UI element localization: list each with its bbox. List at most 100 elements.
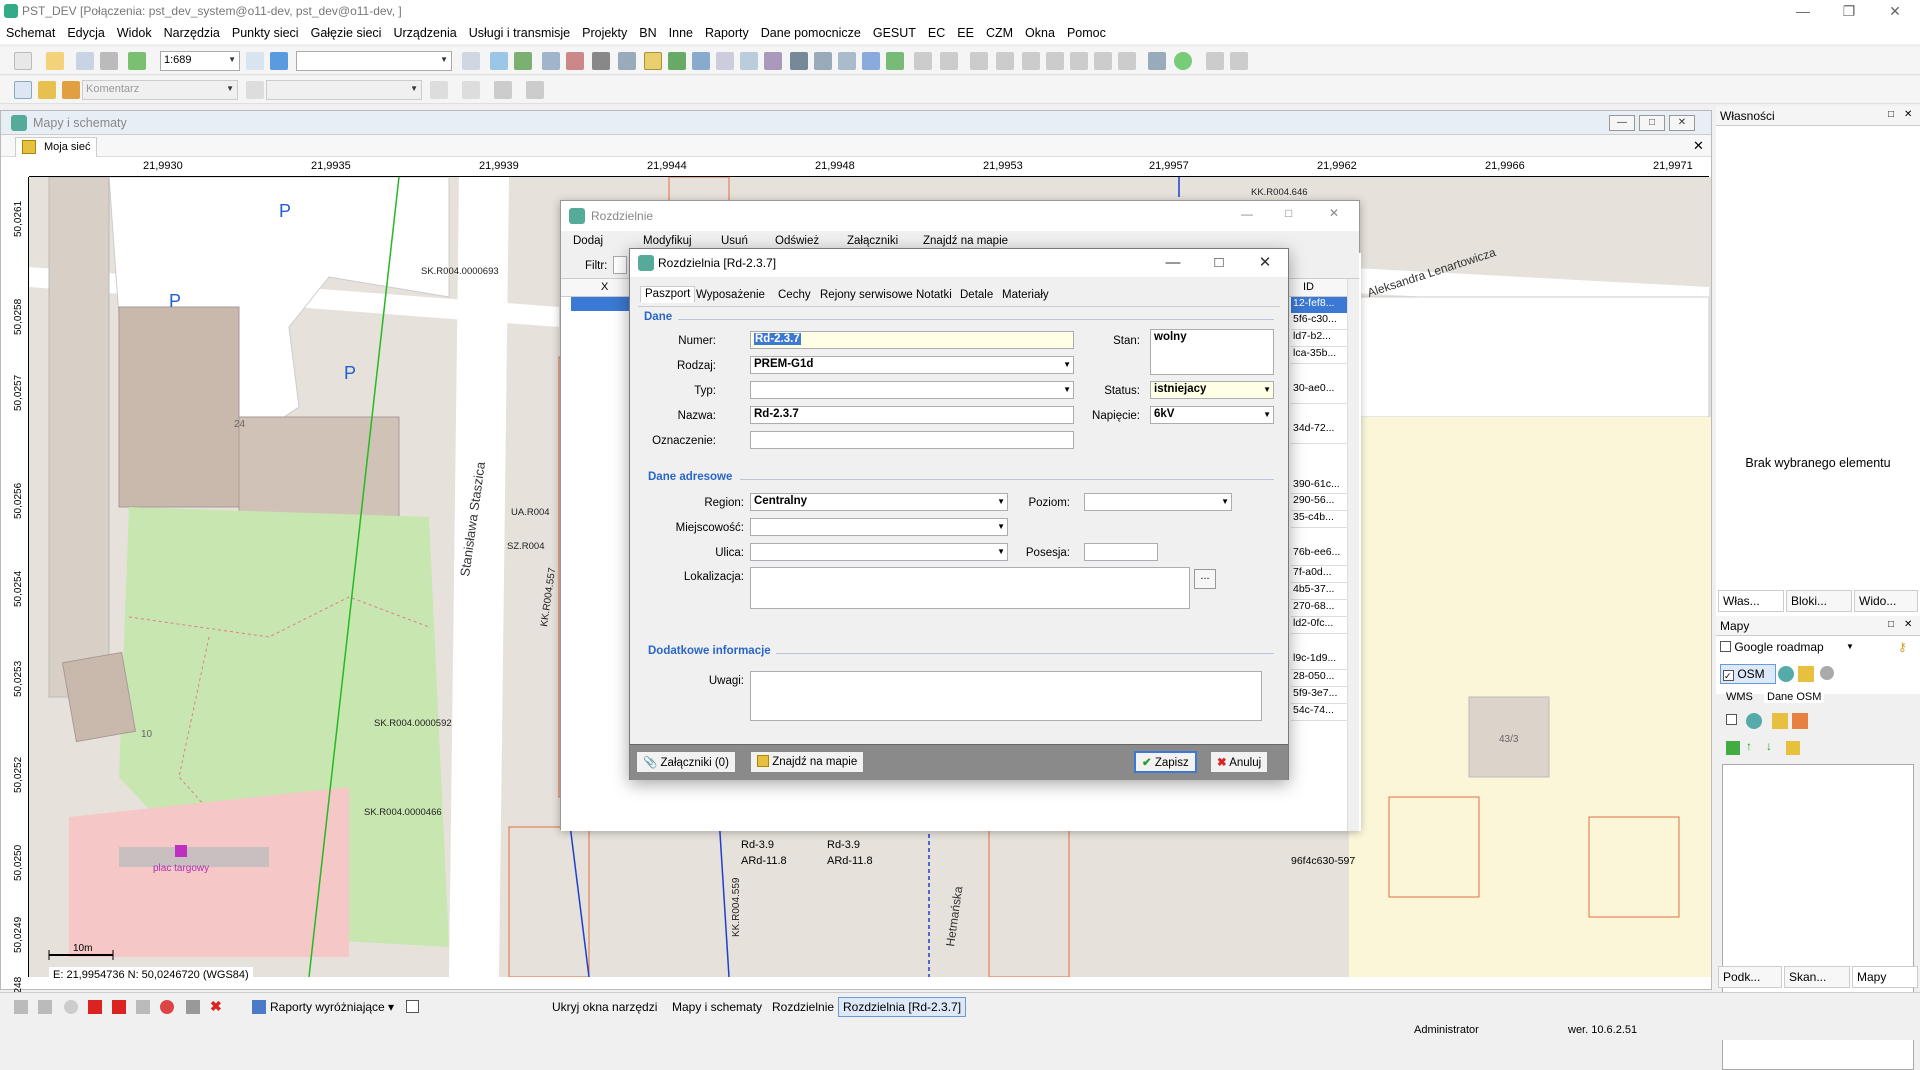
tool-20-icon[interactable] [940, 52, 958, 70]
tab-mapy[interactable]: Mapy [1852, 966, 1918, 988]
preview-icon[interactable] [76, 52, 94, 70]
tool-21-icon[interactable] [970, 52, 988, 70]
id-cell[interactable]: 270-68... [1291, 600, 1347, 617]
oznaczenie-field[interactable] [750, 431, 1074, 449]
menu-narzedzia[interactable]: Narzędzia [164, 26, 220, 40]
tab-bloki[interactable]: Bloki... [1786, 590, 1852, 612]
new-icon[interactable] [14, 52, 32, 70]
map-layer-icon[interactable] [1786, 741, 1800, 755]
delete-tool-icon[interactable] [1022, 52, 1040, 70]
roz-minimize-icon[interactable]: — [1241, 207, 1253, 221]
tool-10-icon[interactable] [692, 52, 710, 70]
uwagi-field[interactable] [750, 671, 1262, 721]
posesja-field[interactable] [1084, 543, 1158, 561]
tool-18-icon[interactable] [886, 52, 904, 70]
style-combo[interactable]: ▼ [266, 80, 422, 100]
restore-icon[interactable]: ❐ [1826, 0, 1872, 22]
menu-czm[interactable]: CZM [986, 26, 1013, 40]
id-cell[interactable]: 28-050... [1291, 670, 1347, 687]
report-icon[interactable] [252, 1000, 266, 1014]
tool-15-icon[interactable] [814, 52, 832, 70]
close-icon[interactable]: ✕ [1872, 0, 1918, 22]
column-id[interactable]: ID [1303, 281, 1314, 293]
raporty-wyrozniajace-button[interactable]: Raporty wyróżniające ▾ [270, 1000, 394, 1014]
maps-close-icon[interactable]: ✕ [1904, 619, 1912, 630]
refresh-icon[interactable] [128, 52, 146, 70]
miejscowosc-select[interactable]: ▼ [750, 518, 1008, 536]
grid-cell[interactable]: ARd-11.8 [827, 855, 873, 867]
wms-globe-icon[interactable] [1746, 713, 1762, 729]
mdi-minimize-icon[interactable]: — [1609, 115, 1635, 131]
tab-widoki[interactable]: Wido... [1854, 590, 1918, 612]
tool-19-icon[interactable] [914, 52, 932, 70]
roz-maximize-icon[interactable]: □ [1285, 206, 1292, 220]
tool-6-icon[interactable] [592, 52, 610, 70]
menu-urzadzenia[interactable]: Urządzenia [393, 26, 456, 40]
tab-detale[interactable]: Detale [960, 289, 993, 301]
line-style-icon[interactable] [430, 81, 448, 99]
stan-field[interactable]: wolny [1150, 329, 1274, 375]
google-dropdown-icon[interactable]: ▼ [1846, 642, 1854, 651]
arrow-down-icon[interactable]: ↓ [1766, 739, 1772, 753]
draw-line-icon[interactable] [62, 81, 80, 99]
znajdz-na-mapie-button[interactable]: Znajdź na mapie [750, 751, 865, 773]
wms-checkbox[interactable] [1726, 714, 1737, 725]
tool-13-icon[interactable] [764, 52, 782, 70]
delete-button[interactable]: Usuń [721, 235, 748, 247]
tool-30-icon[interactable] [1206, 52, 1224, 70]
ukryj-okna-button[interactable]: Ukryj okna narzędzi [552, 1000, 657, 1014]
numer-field[interactable]: Rd-2.3.7 [750, 331, 1074, 349]
tool-17-icon[interactable] [862, 52, 880, 70]
edit-layer-icon[interactable] [1798, 666, 1814, 682]
maps-pin-icon[interactable]: □ [1888, 619, 1894, 630]
menu-ee[interactable]: EE [957, 26, 974, 40]
arrow-up-icon[interactable]: ↑ [1746, 739, 1752, 753]
menu-widok[interactable]: Widok [117, 26, 152, 40]
wms-delete-icon[interactable] [1792, 713, 1808, 729]
tool-31-icon[interactable] [1230, 52, 1248, 70]
grid-scrollbar[interactable] [1347, 279, 1359, 831]
window-tab-mapy[interactable]: Mapy i schematy [672, 1000, 762, 1014]
id-cell[interactable]: 290-56... [1291, 494, 1347, 511]
bottom-tool-1-icon[interactable] [14, 1000, 28, 1014]
id-cell[interactable]: 35-c4b... [1291, 511, 1347, 528]
minimize-icon[interactable]: — [1780, 0, 1826, 22]
menu-inne[interactable]: Inne [669, 26, 693, 40]
tab-cechy[interactable]: Cechy [778, 289, 811, 301]
print-icon[interactable] [100, 52, 118, 70]
window-tab-rozdzielnia[interactable]: Rozdzielnia [Rd-2.3.7] [838, 997, 967, 1017]
dialog-maximize-icon[interactable]: □ [1196, 249, 1242, 277]
select-arrow-icon[interactable] [14, 81, 32, 99]
id-cell[interactable]: 96f4c630-597 [1291, 855, 1355, 867]
mdi-maximize-icon[interactable]: □ [1639, 115, 1665, 131]
lokalizacja-browse-button[interactable]: ... [1194, 569, 1216, 589]
cross-icon[interactable] [526, 81, 544, 99]
pencil-icon[interactable] [38, 81, 56, 99]
layer-combo[interactable]: ▼ [296, 51, 452, 71]
zalaczniki-button[interactable]: 📎 Załączniki (0) [636, 751, 736, 773]
zapisz-button[interactable]: ✔ Zapisz [1134, 751, 1197, 773]
add-layer-icon[interactable] [1726, 741, 1740, 755]
rodzaj-select[interactable]: PREM-G1d ▼ [750, 356, 1074, 374]
id-cell[interactable]: 390-61c... [1291, 444, 1347, 494]
menu-gesut[interactable]: GESUT [873, 26, 916, 40]
menu-pomoc[interactable]: Pomoc [1067, 26, 1106, 40]
node-icon[interactable] [462, 81, 480, 99]
filter-input[interactable] [613, 256, 627, 274]
link-icon[interactable] [494, 81, 512, 99]
id-cell[interactable]: ld7-b2... [1291, 330, 1347, 347]
bottom-checkbox[interactable] [406, 1000, 419, 1013]
menu-galezie-sieci[interactable]: Gałęzie sieci [311, 26, 382, 40]
id-cell[interactable]: 30-ae0... [1291, 364, 1347, 404]
napiecie-select[interactable]: 6kV ▼ [1150, 406, 1274, 424]
id-cell[interactable]: 54c-74... [1291, 704, 1347, 721]
subtab-wms[interactable]: WMS [1726, 691, 1753, 703]
tool-7-icon[interactable] [618, 52, 636, 70]
ulica-select[interactable]: ▼ [750, 543, 1008, 561]
tool-11-icon[interactable] [716, 52, 734, 70]
open-icon[interactable] [46, 52, 64, 70]
tool-4-icon[interactable] [542, 52, 560, 70]
id-cell[interactable]: 34d-72... [1291, 404, 1347, 444]
menu-dane-pomocnicze[interactable]: Dane pomocnicze [761, 26, 861, 40]
id-cell[interactable]: 7f-a0d... [1291, 566, 1347, 583]
